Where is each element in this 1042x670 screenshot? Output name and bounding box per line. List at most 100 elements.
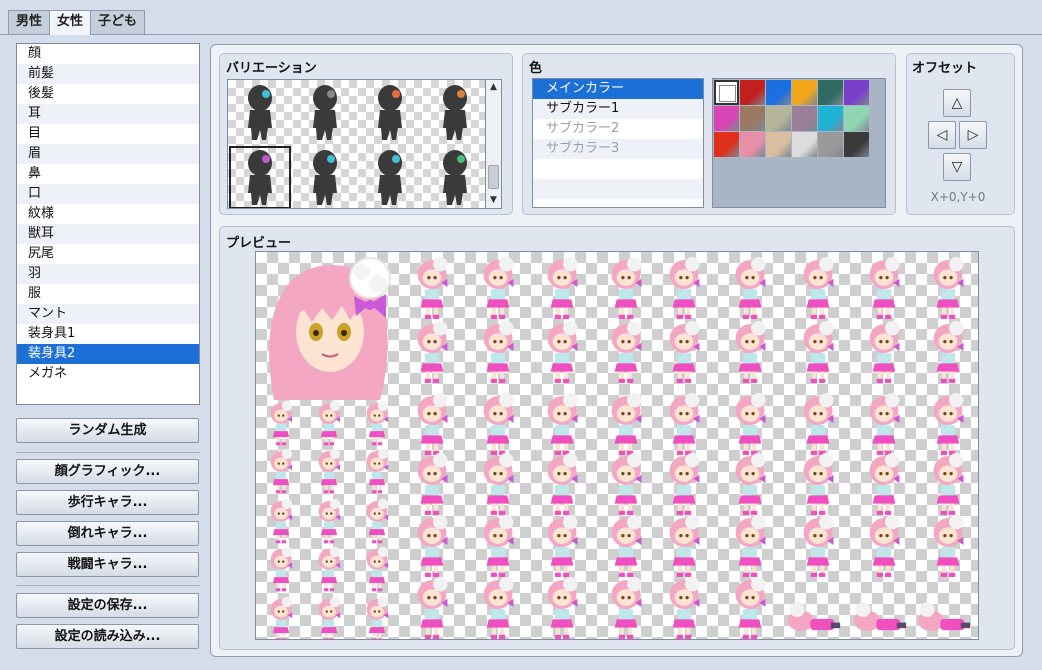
color-swatch[interactable] xyxy=(792,106,817,131)
character-sprite xyxy=(547,321,578,383)
variation-grid[interactable] xyxy=(227,79,486,209)
tab-female[interactable]: 女性 xyxy=(49,10,92,35)
parts-list-item[interactable]: 装身具2 xyxy=(17,344,199,364)
color-swatch[interactable] xyxy=(740,80,765,105)
scroll-down-icon[interactable]: ▼ xyxy=(486,193,501,208)
color-target-item[interactable]: メインカラー xyxy=(533,79,703,99)
separator xyxy=(16,452,200,453)
character-sprite xyxy=(933,453,964,515)
character-sprite xyxy=(270,546,293,592)
variation-scrollbar[interactable]: ▲ ▼ xyxy=(486,79,502,209)
character-sprite xyxy=(869,393,900,455)
color-swatch[interactable] xyxy=(818,80,843,105)
character-sprite xyxy=(318,448,341,494)
save-settings-button[interactable]: 設定の保存... xyxy=(16,593,199,618)
color-target-item[interactable]: サブカラー3 xyxy=(533,139,703,159)
color-swatch[interactable] xyxy=(792,80,817,105)
character-sprite xyxy=(547,453,578,515)
load-settings-button[interactable]: 設定の読み込み... xyxy=(16,624,199,649)
battle-character-button[interactable]: 戦闘キャラ... xyxy=(16,552,199,577)
color-swatch[interactable] xyxy=(766,80,791,105)
parts-list-item[interactable]: 耳 xyxy=(17,104,199,124)
parts-list-item[interactable]: 鼻 xyxy=(17,164,199,184)
offset-left-button[interactable]: ◁ xyxy=(928,121,956,149)
random-generate-button[interactable]: ランダム生成 xyxy=(16,418,199,443)
color-swatch[interactable] xyxy=(818,106,843,131)
color-swatch[interactable] xyxy=(818,132,843,157)
character-sprite xyxy=(547,393,578,455)
parts-list-item[interactable]: 口 xyxy=(17,184,199,204)
color-swatch[interactable] xyxy=(766,132,791,157)
variation-option[interactable] xyxy=(358,80,422,145)
variation-option[interactable] xyxy=(228,145,292,208)
parts-list-item[interactable]: 服 xyxy=(17,284,199,304)
character-sprite xyxy=(483,393,514,455)
character-sprite xyxy=(735,321,766,383)
character-sprite xyxy=(366,400,389,446)
character-sprite xyxy=(366,596,389,639)
tab-male[interactable]: 男性 xyxy=(8,10,51,34)
parts-list-item[interactable]: 眉 xyxy=(17,144,199,164)
parts-list-item[interactable]: 前髪 xyxy=(17,64,199,84)
character-silhouette-icon xyxy=(248,85,272,140)
tab-child[interactable]: 子ども xyxy=(90,10,146,34)
color-swatch[interactable] xyxy=(844,106,869,131)
variation-option[interactable] xyxy=(228,80,292,145)
parts-list[interactable]: 顔前髪 後髪耳目眉鼻口紋様 獣耳 尻尾羽服マント 装身具1 装身具2 メガネ xyxy=(16,43,200,405)
offset-up-button[interactable]: △ xyxy=(943,89,971,117)
color-swatch[interactable] xyxy=(714,106,739,131)
parts-list-item[interactable]: 顔 xyxy=(17,44,199,64)
variation-option[interactable] xyxy=(293,145,357,208)
variation-option[interactable] xyxy=(293,80,357,145)
variation-option[interactable] xyxy=(423,80,485,145)
color-target-list[interactable]: メインカラー サブカラー1 サブカラー2 サブカラー3 xyxy=(532,78,704,208)
face-graphic-image xyxy=(269,257,391,400)
parts-list-item[interactable]: 装身具1 xyxy=(17,324,199,344)
offset-title: オフセット xyxy=(912,61,978,76)
down-character-button[interactable]: 倒れキャラ... xyxy=(16,521,199,546)
parts-list-item[interactable]: マント xyxy=(17,304,199,324)
preview-canvas xyxy=(255,251,979,640)
character-sprite xyxy=(483,453,514,515)
character-sprite xyxy=(735,515,766,577)
parts-list-item[interactable]: 尻尾 xyxy=(17,244,199,264)
parts-list-item[interactable]: 後髪 xyxy=(17,84,199,104)
character-sprite xyxy=(735,577,766,639)
character-sprite xyxy=(669,393,700,455)
character-sprite xyxy=(735,257,766,319)
character-sprite xyxy=(803,453,834,515)
color-swatch[interactable] xyxy=(844,132,869,157)
variation-option[interactable] xyxy=(358,145,422,208)
color-title: 色 xyxy=(529,61,543,76)
parts-list-item[interactable]: 紋様 xyxy=(17,204,199,224)
character-sprite xyxy=(547,577,578,639)
walk-character-button[interactable]: 歩行キャラ... xyxy=(16,490,199,515)
character-sprite xyxy=(669,321,700,383)
character-sprite xyxy=(318,546,341,592)
color-swatch[interactable] xyxy=(740,132,765,157)
character-sprite xyxy=(366,498,389,544)
character-sprite xyxy=(869,453,900,515)
color-swatch[interactable] xyxy=(714,80,739,105)
offset-right-button[interactable]: ▷ xyxy=(959,121,987,149)
color-swatch[interactable] xyxy=(766,106,791,131)
color-swatch[interactable] xyxy=(714,132,739,157)
variation-option[interactable] xyxy=(423,145,485,208)
color-swatch[interactable] xyxy=(844,80,869,105)
color-swatch[interactable] xyxy=(792,132,817,157)
color-palette[interactable] xyxy=(712,78,886,208)
face-graphic-button[interactable]: 顔グラフィック... xyxy=(16,459,199,484)
parts-list-item[interactable]: 獣耳 xyxy=(17,224,199,244)
offset-down-button[interactable]: ▽ xyxy=(943,153,971,181)
parts-list-item[interactable]: 羽 xyxy=(17,264,199,284)
scroll-thumb[interactable] xyxy=(488,165,499,189)
parts-list-item[interactable]: 目 xyxy=(17,124,199,144)
parts-list-item[interactable]: メガネ xyxy=(17,364,199,384)
color-swatch[interactable] xyxy=(740,106,765,131)
character-sprite xyxy=(611,257,642,319)
scroll-up-icon[interactable]: ▲ xyxy=(486,80,501,95)
color-target-item[interactable]: サブカラー1 xyxy=(533,99,703,119)
character-sprite xyxy=(611,393,642,455)
tab-divider xyxy=(0,34,1042,35)
color-target-item[interactable]: サブカラー2 xyxy=(533,119,703,139)
